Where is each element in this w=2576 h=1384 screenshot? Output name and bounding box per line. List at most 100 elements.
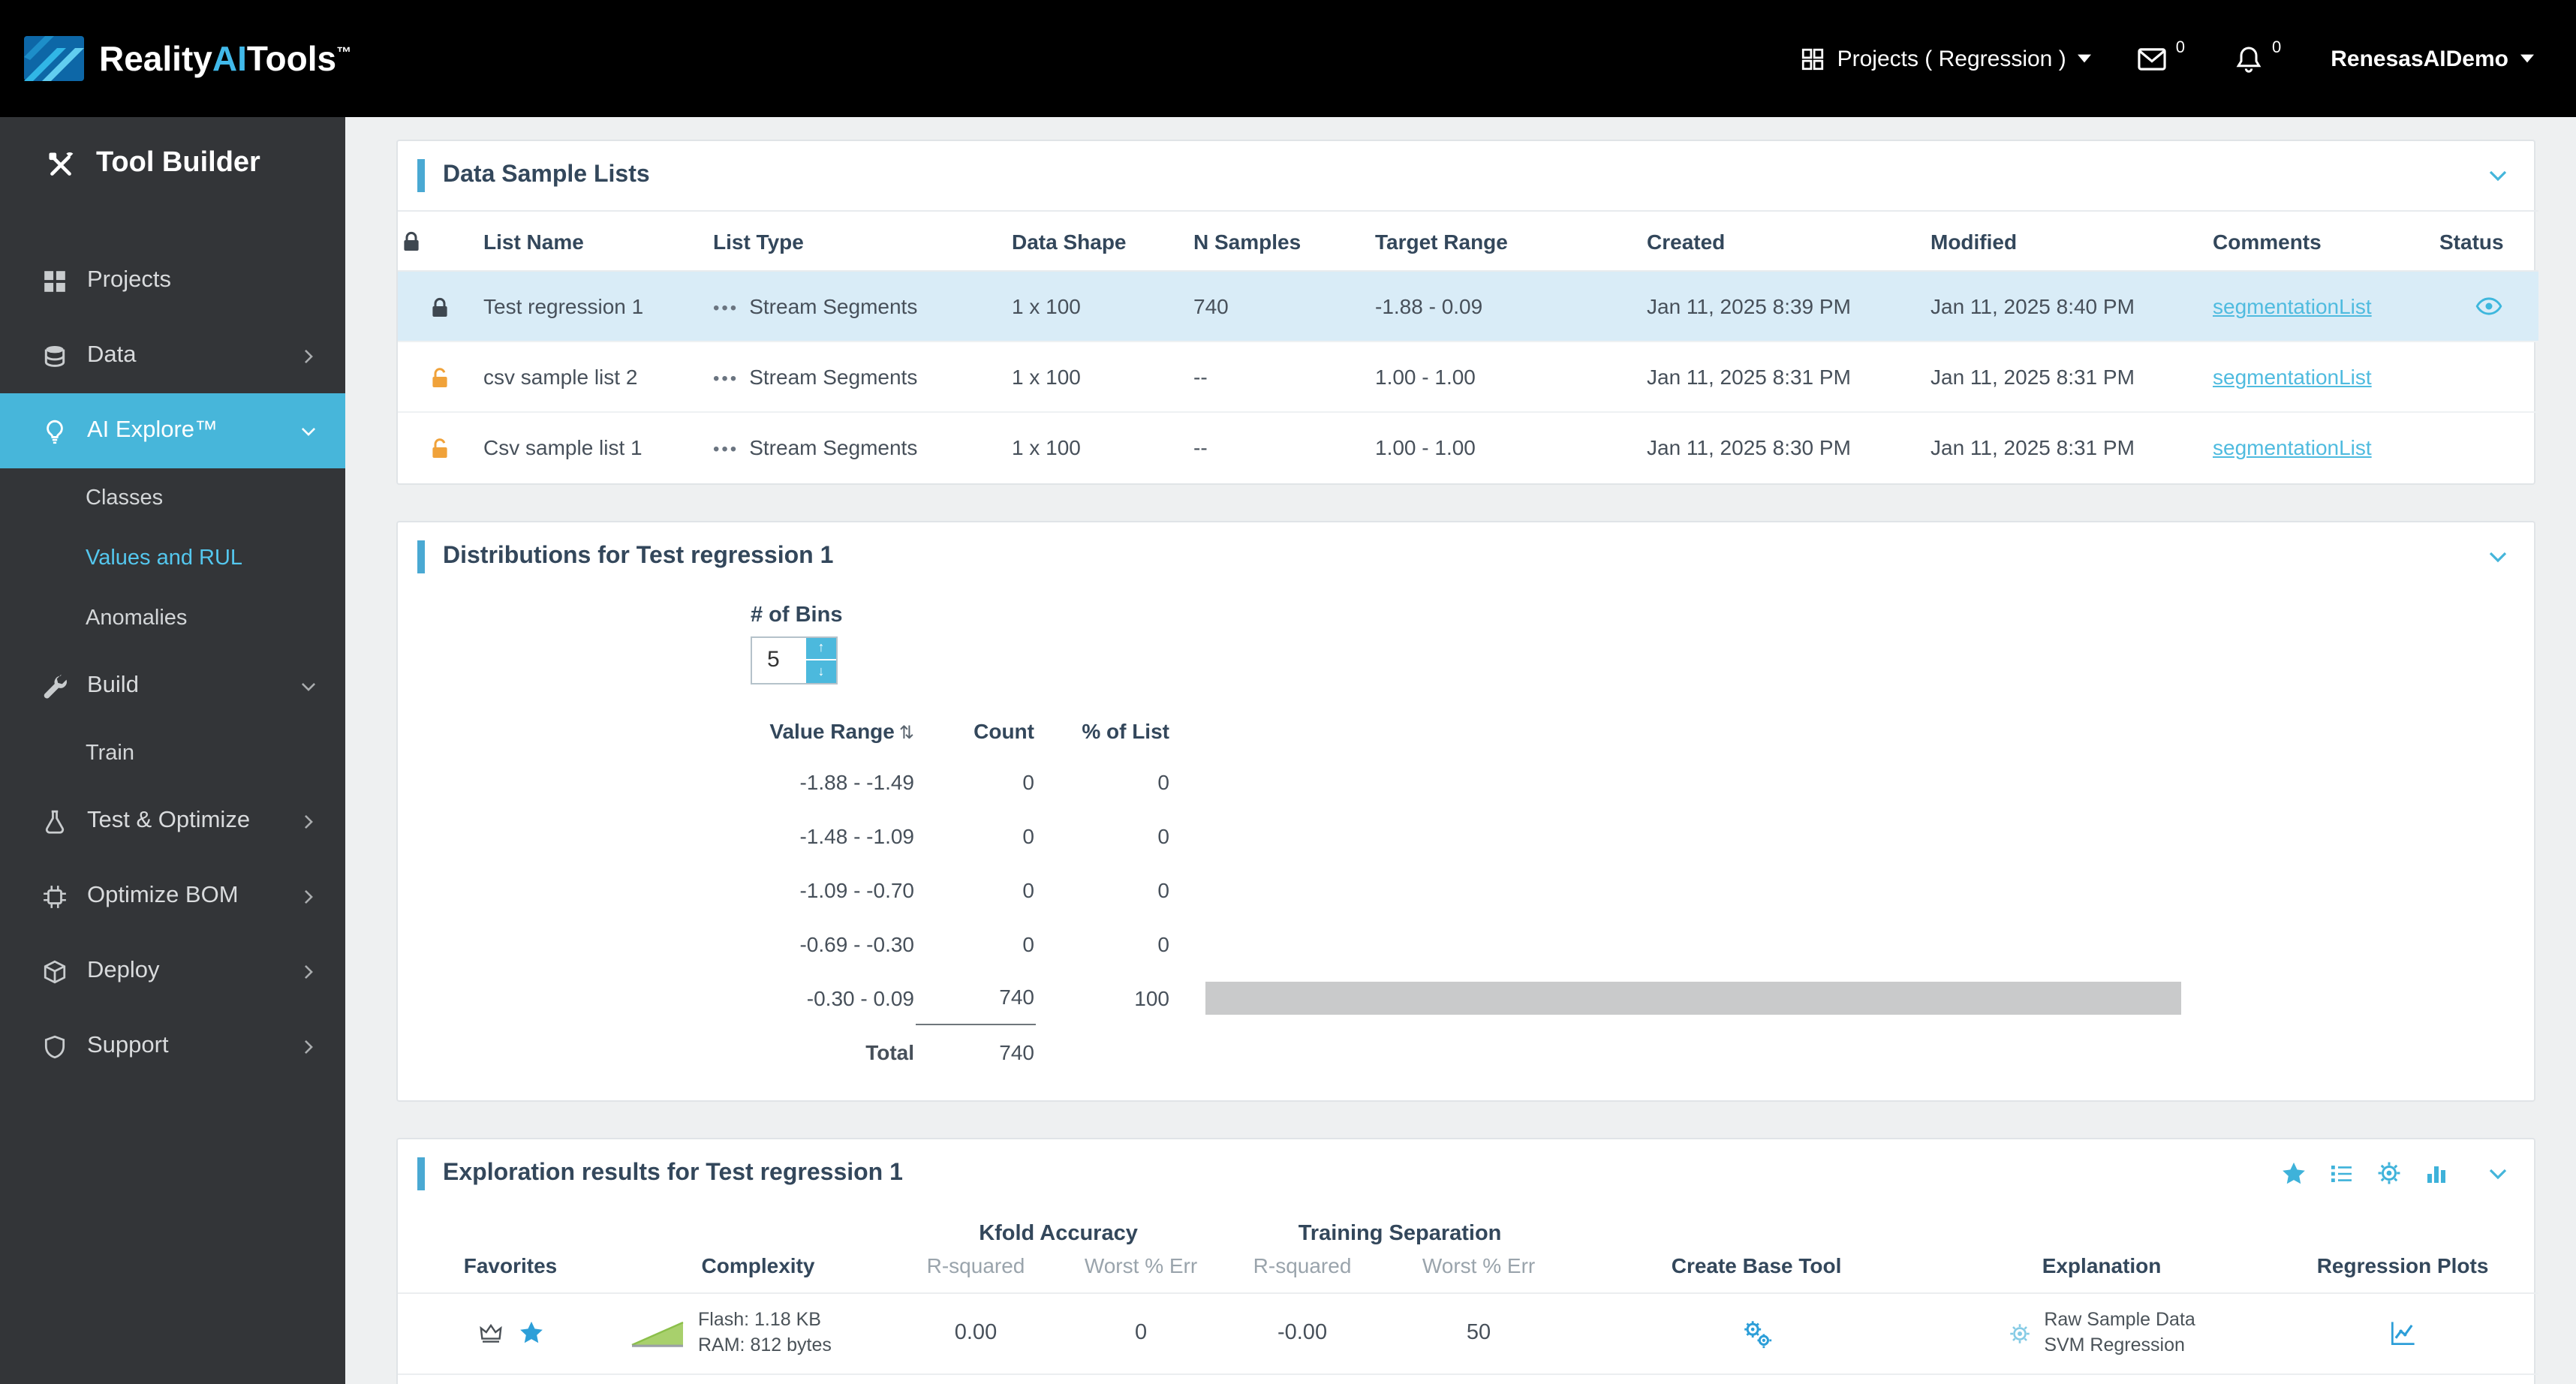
- accent-bar: [417, 1157, 425, 1190]
- col-status: Status: [2438, 210, 2538, 272]
- user-menu-label: RenesasAIDemo: [2331, 46, 2508, 71]
- sidebar-item-label: Test & Optimize: [87, 808, 251, 833]
- table-row[interactable]: csv sample list 2 ••• Stream Segments 1 x…: [398, 341, 2538, 413]
- favorites-filter-icon[interactable]: [2280, 1160, 2307, 1187]
- messages-button[interactable]: 0: [2137, 39, 2189, 74]
- col-create-base-tool: Create Base Tool: [1671, 1253, 1842, 1277]
- cell-training-r-squared: -0.00: [1223, 1292, 1382, 1374]
- topbar: RealityAITools™ Projects ( Regression ) …: [0, 0, 2576, 117]
- panel-header: Data Sample Lists: [398, 141, 2534, 210]
- sidebar-subitem-label: Train: [86, 742, 134, 766]
- cell-list-name: Csv sample list 1: [483, 435, 642, 460]
- sidebar-nav: Projects Data AI Explore™ Classes Values…: [0, 210, 345, 1084]
- cell-bar: [1171, 808, 2192, 862]
- panel-title: Data Sample Lists: [443, 162, 650, 188]
- sidebar-item-test-optimize[interactable]: Test & Optimize: [0, 784, 345, 859]
- create-base-tool-icon[interactable]: [1741, 1317, 1772, 1349]
- star-icon[interactable]: [517, 1319, 544, 1346]
- sidebar-subitem-classes[interactable]: Classes: [0, 468, 345, 528]
- distribution-table: Value Range ⇅ Count % of List -1.88 - -1.…: [751, 708, 2192, 1079]
- sidebar-item-build[interactable]: Build: [0, 648, 345, 724]
- distribution-row: -1.09 - -0.70 0 0: [751, 862, 2192, 916]
- cell-created: Jan 11, 2025 8:31 PM: [1645, 341, 1929, 413]
- gear-icon[interactable]: [2008, 1322, 2030, 1344]
- flask-icon: [42, 808, 68, 834]
- table-row[interactable]: Csv sample list 1 ••• Stream Segments 1 x…: [398, 412, 2538, 483]
- cell-lock: [398, 271, 482, 342]
- col-training-r-squared: R-squared: [1253, 1253, 1352, 1277]
- user-menu[interactable]: RenesasAIDemo: [2331, 46, 2534, 71]
- group-header-row: Kfold Accuracy Training Separation: [398, 1208, 2538, 1247]
- sidebar-item-data[interactable]: Data: [0, 318, 345, 393]
- projects-menu[interactable]: Projects ( Regression ): [1800, 46, 2092, 71]
- result-row[interactable]: Flash: 1.18 KB RAM: 812 bytes 0.00 0 -0.…: [398, 1292, 2539, 1374]
- eye-icon[interactable]: [2475, 293, 2502, 320]
- cell-pct: 0: [1157, 931, 1169, 955]
- cell-target-range: 1.00 - 1.00: [1375, 435, 1476, 460]
- panel-title: Distributions for Test regression 1: [443, 543, 834, 568]
- panel-header: Distributions for Test regression 1: [398, 522, 2534, 591]
- chart-view-icon[interactable]: [2424, 1161, 2448, 1185]
- app-logo[interactable]: RealityAITools™: [24, 36, 351, 81]
- table-row[interactable]: Test regression 1 ••• Stream Segments 1 x…: [398, 271, 2538, 342]
- collapse-chevron-icon[interactable]: [2486, 544, 2510, 568]
- comments-link[interactable]: segmentationList: [2213, 436, 2372, 460]
- cell-create-base-tool: [1576, 1292, 1937, 1374]
- cell-list-name: Test regression 1: [482, 271, 712, 342]
- cell-list-type: ••• Stream Segments: [712, 341, 1010, 413]
- table-header-row: List Name List Type Data Shape N Samples…: [398, 210, 2538, 272]
- sidebar-item-deploy[interactable]: Deploy: [0, 934, 345, 1009]
- cell-n-samples: 740: [1192, 271, 1374, 342]
- cell-range: -0.69 - -0.30: [799, 931, 914, 955]
- cell-created: Jan 11, 2025 8:39 PM: [1645, 271, 1929, 342]
- cell-target-range: -1.88 - 0.09: [1374, 271, 1645, 342]
- cell-range: -1.09 - -0.70: [799, 877, 914, 901]
- cell-status: [2438, 341, 2538, 413]
- exploration-results-panel: Exploration results for Test regression …: [396, 1137, 2539, 1384]
- col-list-type: List Type: [712, 210, 1010, 272]
- cell-count: 0: [1022, 931, 1034, 955]
- cell-modified: Jan 11, 2025 8:40 PM: [1929, 271, 2211, 342]
- bins-input[interactable]: [752, 637, 806, 682]
- sidebar-subitem-train[interactable]: Train: [0, 724, 345, 784]
- crown-icon[interactable]: [477, 1321, 504, 1345]
- cell-complexity: Flash: 1.18 KB RAM: 812 bytes: [623, 1292, 893, 1374]
- col-explanation: Explanation: [2042, 1253, 2162, 1277]
- sidebar-subitem-anomalies[interactable]: Anomalies: [0, 588, 345, 648]
- panel-toolbar: [2280, 1160, 2510, 1187]
- notifications-button[interactable]: 0: [2234, 39, 2286, 74]
- col-created: Created: [1645, 210, 1929, 272]
- bins-decrement-button[interactable]: ↓: [806, 660, 836, 682]
- panel-header: Exploration results for Test regression …: [398, 1139, 2534, 1208]
- col-value-range[interactable]: Value Range ⇅: [751, 708, 916, 754]
- regression-plot-icon[interactable]: [2389, 1319, 2416, 1346]
- sidebar-item-ai-explore[interactable]: AI Explore™: [0, 393, 345, 468]
- cell-count: 740: [999, 985, 1034, 1009]
- col-complexity: Complexity: [701, 1253, 815, 1277]
- sort-icon[interactable]: ⇅: [899, 722, 914, 743]
- chevron-down-icon: [2078, 54, 2092, 63]
- group-kfold-accuracy: Kfold Accuracy: [979, 1221, 1138, 1245]
- sidebar-item-projects[interactable]: Projects: [0, 243, 345, 318]
- logo-text-ai: AI: [212, 38, 247, 77]
- sidebar-item-support[interactable]: Support: [0, 1009, 345, 1084]
- list-type-label: Stream Segments: [749, 294, 918, 318]
- cell-lock: [398, 341, 482, 413]
- comments-link[interactable]: segmentationList: [2213, 294, 2372, 318]
- collapse-chevron-icon[interactable]: [2486, 1161, 2510, 1185]
- cell-pct: 0: [1157, 823, 1169, 847]
- settings-gear-icon[interactable]: [2376, 1160, 2402, 1186]
- cell-modified: Jan 11, 2025 8:31 PM: [1929, 341, 2211, 413]
- sidebar-subitem-values-and-rul[interactable]: Values and RUL: [0, 528, 345, 588]
- data-sample-lists-panel: Data Sample Lists List Name List Type Da…: [396, 140, 2538, 484]
- distribution-row: -1.88 - -1.49 0 0: [751, 754, 2192, 808]
- bins-increment-button[interactable]: ↑: [806, 637, 836, 660]
- flash-size: Flash: 1.18 KB: [698, 1309, 821, 1331]
- sidebar-item-optimize-bom[interactable]: Optimize BOM: [0, 859, 345, 934]
- list-view-icon[interactable]: [2330, 1161, 2354, 1185]
- comments-link[interactable]: segmentationList: [2213, 365, 2372, 389]
- column-header-row: Favorites Complexity R-squared Worst % E…: [398, 1247, 2538, 1292]
- collapse-chevron-icon[interactable]: [2486, 164, 2510, 188]
- cell-pct: 0: [1157, 877, 1169, 901]
- col-n-samples: N Samples: [1192, 210, 1374, 272]
